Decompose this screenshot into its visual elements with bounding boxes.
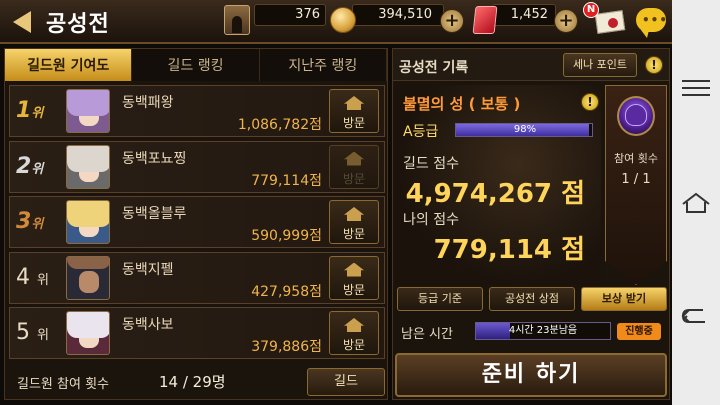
guild-score: 4,974,267 점 bbox=[405, 179, 585, 209]
tab-member-contribution[interactable]: 길드원 기여도 bbox=[5, 49, 133, 81]
list-item: 1위 동백패왕 1,086,782점 방문 bbox=[9, 85, 385, 137]
remaining-time-row: 남은 시간 4시간 23분남음 진행중 bbox=[397, 319, 667, 343]
avatar bbox=[66, 255, 110, 300]
gate-count: 376 bbox=[295, 7, 320, 22]
gold-coin-icon bbox=[330, 7, 356, 33]
guild-score-label: 길드 점수 bbox=[403, 156, 459, 172]
claim-reward-button[interactable]: 보상 받기 bbox=[581, 287, 667, 311]
back-arrow-icon bbox=[13, 11, 31, 33]
my-score-label: 나의 점수 bbox=[403, 212, 459, 228]
player-score: 1,086,782점 bbox=[237, 117, 322, 133]
remaining-time-bar: 4시간 23분남음 bbox=[475, 322, 611, 340]
participation-banner: 참여 횟수 1 / 1 bbox=[605, 85, 667, 285]
record-details: 불멸의 성 ( 보통 ) ! A등급 98% 길드 점수 4,974,267 점… bbox=[395, 85, 601, 285]
house-icon bbox=[344, 96, 364, 110]
chat-dots: ••• bbox=[642, 13, 669, 27]
member-list: 1위 동백패왕 1,086,782점 방문 2위 동백포뇨찡 779,114점 … bbox=[9, 85, 385, 363]
back-icon[interactable] bbox=[681, 306, 711, 326]
grade-label: A등급 bbox=[403, 124, 439, 140]
avatar bbox=[66, 144, 110, 189]
skull-icon bbox=[625, 104, 647, 126]
top-bar: 공성전 376 394,510 + 1,452 + N ••• bbox=[0, 0, 672, 44]
info-icon[interactable]: ! bbox=[645, 56, 663, 74]
ready-button[interactable]: 준비 하기 bbox=[395, 353, 667, 397]
rank-number: 3위 bbox=[16, 209, 44, 234]
house-icon bbox=[344, 207, 364, 221]
page-title: 공성전 bbox=[46, 12, 110, 37]
visit-button[interactable]: 방문 bbox=[329, 311, 379, 355]
home-icon[interactable] bbox=[681, 192, 711, 214]
contribution-panel: 길드원 기여도 길드 랭킹 지난주 랭킹 1위 동백패왕 1,086,782점 … bbox=[4, 48, 388, 400]
castle-gate-icon bbox=[224, 5, 250, 35]
avatar bbox=[66, 311, 110, 355]
player-name: 동백포뇨찡 bbox=[122, 150, 187, 167]
castle-name: 불멸의 성 ( 보통 ) bbox=[403, 95, 521, 113]
tab-guild-ranking[interactable]: 길드 랭킹 bbox=[132, 49, 260, 81]
rank-number: 5 위 bbox=[16, 320, 49, 345]
rank-number: 2위 bbox=[16, 153, 44, 179]
member-participation: 길드원 참여 횟수 14 / 29명 길드 bbox=[9, 367, 385, 397]
house-icon bbox=[344, 318, 364, 332]
my-score: 779,114 점 bbox=[433, 235, 585, 265]
list-item: 2위 동백포뇨찡 779,114점 방문 bbox=[9, 140, 385, 193]
rank-number: 4 위 bbox=[16, 264, 49, 290]
player-score: 590,999점 bbox=[251, 228, 322, 244]
siege-record-panel: 공성전 기록 세나 포인트 ! 불멸의 성 ( 보통 ) ! A등급 98% 길… bbox=[392, 48, 670, 400]
record-header: 공성전 기록 세나 포인트 ! bbox=[393, 49, 669, 81]
add-gem-button[interactable]: + bbox=[554, 9, 578, 33]
system-nav-bar bbox=[672, 0, 720, 405]
player-score: 379,886점 bbox=[251, 339, 322, 355]
sena-point-button[interactable]: 세나 포인트 bbox=[563, 53, 637, 77]
siege-shop-button[interactable]: 공성전 상점 bbox=[489, 287, 575, 311]
remaining-time: 4시간 23분남음 bbox=[508, 325, 578, 336]
visit-button[interactable]: 방문 bbox=[329, 144, 379, 189]
player-score: 427,958점 bbox=[251, 283, 322, 300]
house-icon bbox=[344, 151, 364, 166]
banner-value: 1 / 1 bbox=[621, 172, 651, 187]
mail-new-badge: N bbox=[583, 2, 599, 18]
player-name: 동백올블루 bbox=[122, 206, 187, 222]
grade-criteria-button[interactable]: 등급 기준 bbox=[397, 287, 483, 311]
gem-amount: 1,452 bbox=[510, 7, 548, 22]
back-button[interactable] bbox=[4, 4, 40, 40]
list-item: 5 위 동백사보 379,886점 방문 bbox=[9, 307, 385, 359]
castle-info-icon[interactable]: ! bbox=[581, 93, 599, 111]
participation-label: 길드원 참여 횟수 bbox=[17, 377, 109, 392]
record-actions: 등급 기준 공성전 상점 보상 받기 bbox=[397, 287, 667, 311]
visit-button[interactable]: 방문 bbox=[329, 89, 379, 133]
remaining-time-label: 남은 시간 bbox=[401, 327, 453, 342]
list-item: 3위 동백올블루 590,999점 방문 bbox=[9, 196, 385, 248]
menu-icon[interactable] bbox=[682, 80, 710, 96]
visit-button[interactable]: 방문 bbox=[329, 255, 379, 300]
gold-amount: 394,510 bbox=[378, 7, 432, 22]
ruby-gem-icon bbox=[472, 6, 498, 34]
player-name: 동백사보 bbox=[122, 317, 174, 333]
avatar bbox=[66, 89, 110, 133]
tab-last-week-ranking[interactable]: 지난주 랭킹 bbox=[259, 49, 387, 81]
record-title: 공성전 기록 bbox=[399, 60, 469, 76]
participation-count: 14 / 29명 bbox=[159, 373, 226, 391]
rank-number: 1위 bbox=[16, 98, 44, 123]
player-name: 동백지펠 bbox=[122, 261, 174, 278]
visit-button[interactable]: 방문 bbox=[329, 200, 379, 244]
ranking-tabs: 길드원 기여도 길드 랭킹 지난주 랭킹 bbox=[5, 49, 387, 81]
avatar bbox=[66, 200, 110, 244]
list-item: 4 위 동백지펠 427,958점 방문 bbox=[9, 251, 385, 304]
house-icon bbox=[344, 262, 364, 277]
player-name: 동백패왕 bbox=[122, 95, 174, 111]
status-badge: 진행중 bbox=[617, 323, 661, 340]
banner-label: 참여 횟수 bbox=[614, 152, 658, 165]
guild-button[interactable]: 길드 bbox=[307, 368, 385, 396]
add-gold-button[interactable]: + bbox=[440, 9, 464, 33]
grade-percent: 98% bbox=[513, 124, 537, 135]
grade-progress-bar: 98% bbox=[455, 123, 593, 137]
player-score: 779,114점 bbox=[251, 172, 322, 189]
